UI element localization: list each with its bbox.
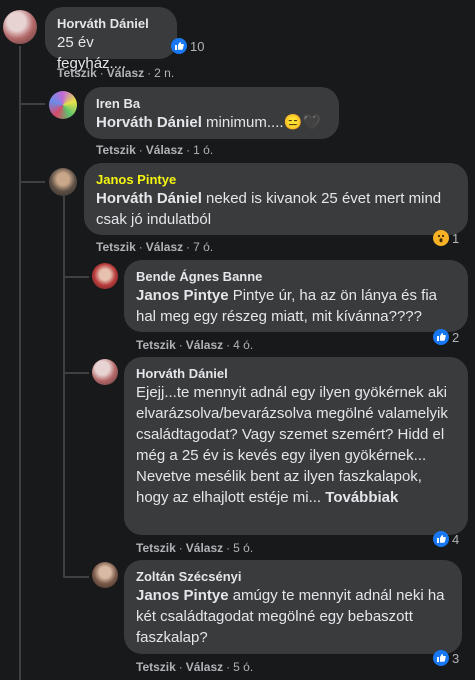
comment-text: Horváth Dániel minimum....😑🖤 bbox=[96, 114, 321, 131]
avatar[interactable] bbox=[49, 91, 77, 119]
reaction-count[interactable]: 10 bbox=[171, 38, 204, 54]
thumbs-up-icon bbox=[433, 650, 449, 666]
separator-dot: · bbox=[138, 143, 143, 157]
reaction-count[interactable]: 2 bbox=[433, 329, 459, 345]
timestamp[interactable]: 5 ó. bbox=[233, 660, 253, 674]
reaction-count[interactable]: 4 bbox=[433, 531, 459, 547]
like-link[interactable]: Tetszik bbox=[57, 66, 97, 80]
comment-bubble: Iren Ba Horváth Dániel minimum....😑🖤 bbox=[84, 87, 339, 139]
comment-actions: Tetszik · Válasz · 1 ó. bbox=[96, 143, 213, 157]
like-link[interactable]: Tetszik bbox=[136, 660, 176, 674]
reply-link[interactable]: Válasz bbox=[107, 66, 144, 80]
mention-link[interactable]: Janos Pintye bbox=[136, 287, 229, 304]
comment-text: Ejejj...te mennyit adnál egy ilyen gyöké… bbox=[136, 384, 448, 506]
avatar[interactable] bbox=[92, 359, 118, 385]
comment-body: minimum....😑🖤 bbox=[201, 114, 321, 131]
like-link[interactable]: Tetszik bbox=[96, 240, 136, 254]
comment-bubble: Bende Ágnes Banne Janos Pintye Pintye úr… bbox=[124, 260, 468, 332]
like-link[interactable]: Tetszik bbox=[96, 143, 136, 157]
comment-body: Ejejj...te mennyit adnál egy ilyen gyöké… bbox=[136, 384, 448, 506]
mention-link[interactable]: Janos Pintye bbox=[136, 587, 229, 604]
like-link[interactable]: Tetszik bbox=[136, 541, 176, 555]
separator-dot: · bbox=[186, 240, 191, 254]
reaction-count-label: 1 bbox=[452, 230, 460, 246]
reply-link[interactable]: Válasz bbox=[146, 240, 183, 254]
reply-link[interactable]: Válasz bbox=[186, 541, 223, 555]
thread-line-nested-branch-2 bbox=[63, 372, 89, 374]
separator-dot: · bbox=[138, 240, 143, 254]
see-more-link[interactable]: Továbbiak bbox=[325, 489, 398, 506]
comment-actions: Tetszik · Válasz · 5 ó. bbox=[136, 541, 253, 555]
timestamp[interactable]: 4 ó. bbox=[233, 338, 253, 352]
thumbs-up-icon bbox=[433, 329, 449, 345]
thread-line-main-branch-2 bbox=[19, 181, 45, 183]
timestamp[interactable]: 1 ó. bbox=[193, 143, 213, 157]
comment-actions: Tetszik · Válasz · 5 ó. bbox=[136, 660, 253, 674]
comment-author[interactable]: Bende Ágnes Banne bbox=[136, 268, 456, 285]
comment-bubble: Zoltán Szécsényi Janos Pintye amúgy te m… bbox=[124, 560, 462, 654]
reaction-count[interactable]: 3 bbox=[433, 650, 459, 666]
separator-dot: · bbox=[226, 660, 231, 674]
timestamp[interactable]: 5 ó. bbox=[233, 541, 253, 555]
comment-bubble: Horváth Dániel 25 év fegyház.... bbox=[45, 7, 177, 72]
separator-dot: · bbox=[178, 338, 183, 352]
comment-author[interactable]: Iren Ba bbox=[96, 95, 327, 112]
avatar[interactable] bbox=[92, 263, 118, 289]
separator-dot: · bbox=[226, 338, 231, 352]
separator-dot: · bbox=[178, 541, 183, 555]
comment-author[interactable]: Janos Pintye bbox=[96, 171, 456, 188]
separator-dot: · bbox=[99, 66, 104, 80]
thread-line-nested-branch-1 bbox=[63, 276, 89, 278]
comment-actions: Tetszik · Válasz · 4 ó. bbox=[136, 338, 253, 352]
comment-author[interactable]: Zoltán Szécsényi bbox=[136, 568, 450, 585]
reaction-count[interactable]: 1 bbox=[433, 230, 459, 246]
reply-link[interactable]: Válasz bbox=[186, 660, 223, 674]
avatar[interactable] bbox=[92, 562, 118, 588]
thread-line-main bbox=[19, 46, 21, 680]
comment-actions: Tetszik · Válasz · 2 n. bbox=[57, 66, 174, 80]
comment-text: Horváth Dániel neked is kivanok 25 évet … bbox=[96, 190, 441, 228]
separator-dot: · bbox=[147, 66, 152, 80]
comment-text: Janos Pintye amúgy te mennyit adnál neki… bbox=[136, 587, 445, 646]
thread-line-nested bbox=[63, 196, 65, 576]
reaction-count-label: 4 bbox=[452, 531, 460, 547]
comment-author[interactable]: Horváth Dániel bbox=[136, 365, 456, 382]
thread-line-main-branch-1 bbox=[19, 103, 45, 105]
comment-author[interactable]: Horváth Dániel bbox=[57, 15, 165, 32]
separator-dot: · bbox=[226, 541, 231, 555]
mention-link[interactable]: Horváth Dániel bbox=[96, 190, 202, 207]
mention-link[interactable]: Horváth Dániel bbox=[96, 114, 202, 131]
reaction-count-label: 10 bbox=[190, 38, 205, 54]
thread-line-nested-branch-3 bbox=[63, 576, 89, 578]
timestamp[interactable]: 2 n. bbox=[154, 66, 174, 80]
timestamp[interactable]: 7 ó. bbox=[193, 240, 213, 254]
thumbs-up-icon bbox=[433, 531, 449, 547]
separator-dot: · bbox=[186, 143, 191, 157]
wow-face-icon bbox=[433, 230, 449, 246]
reaction-count-label: 2 bbox=[452, 329, 460, 345]
comment-bubble: Horváth Dániel Ejejj...te mennyit adnál … bbox=[124, 357, 468, 535]
reply-link[interactable]: Válasz bbox=[146, 143, 183, 157]
separator-dot: · bbox=[178, 660, 183, 674]
reply-link[interactable]: Válasz bbox=[186, 338, 223, 352]
comment-actions: Tetszik · Válasz · 7 ó. bbox=[96, 240, 213, 254]
thumbs-up-icon bbox=[171, 38, 187, 54]
avatar[interactable] bbox=[3, 10, 37, 44]
like-link[interactable]: Tetszik bbox=[136, 338, 176, 352]
avatar[interactable] bbox=[49, 168, 77, 196]
comment-bubble: Janos Pintye Horváth Dániel neked is kiv… bbox=[84, 163, 468, 235]
comment-text: Janos Pintye Pintye úr, ha az ön lánya é… bbox=[136, 287, 437, 325]
reaction-count-label: 3 bbox=[452, 650, 460, 666]
